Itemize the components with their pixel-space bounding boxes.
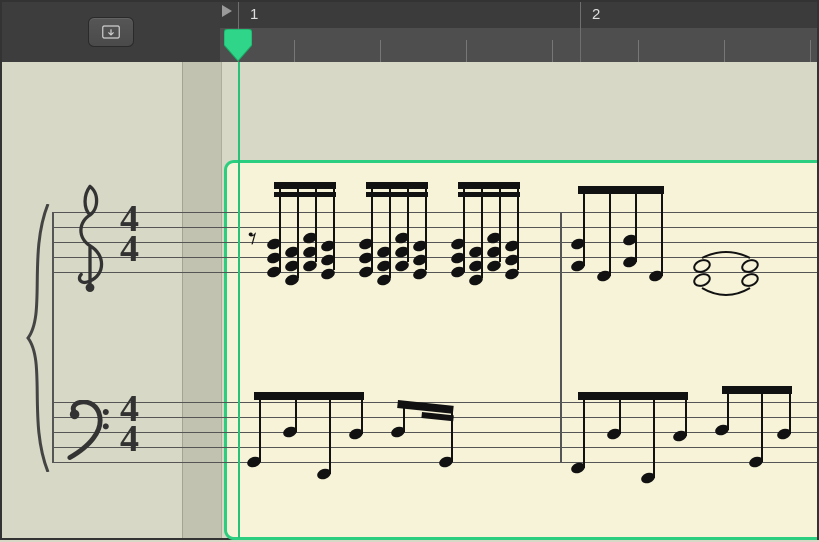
ruler-tick xyxy=(552,40,553,62)
barline xyxy=(52,212,54,462)
catch-playhead-button[interactable] xyxy=(88,17,134,47)
ruler-tick xyxy=(810,40,811,62)
ruler-tick xyxy=(294,40,295,62)
bar-label-1: 1 xyxy=(250,6,258,23)
top-toolbar: 1 2 xyxy=(2,2,817,62)
ruler-tick xyxy=(724,40,725,62)
toolbar-left xyxy=(2,2,220,62)
ruler-tick xyxy=(638,40,639,62)
score-area[interactable]: 4/4 44 44 𝄾 xyxy=(2,62,817,538)
track-header-divider xyxy=(182,62,222,538)
ruler-tick xyxy=(380,40,381,62)
bass-staff xyxy=(52,402,817,463)
timeline-ruler[interactable]: 1 2 xyxy=(220,2,817,62)
ruler-tick xyxy=(580,2,581,62)
barline xyxy=(560,212,562,462)
time-signature-bass: 44 xyxy=(120,394,139,454)
bass-clef-icon xyxy=(64,400,114,460)
ruler-tick xyxy=(466,40,467,62)
treble-clef-icon xyxy=(62,182,118,292)
treble-staff xyxy=(52,212,817,273)
time-signature-treble: 4/4 44 xyxy=(120,204,139,264)
bar-label-2: 2 xyxy=(592,6,600,23)
grand-staff-brace-icon xyxy=(26,204,54,472)
playhead-line[interactable] xyxy=(238,62,240,538)
